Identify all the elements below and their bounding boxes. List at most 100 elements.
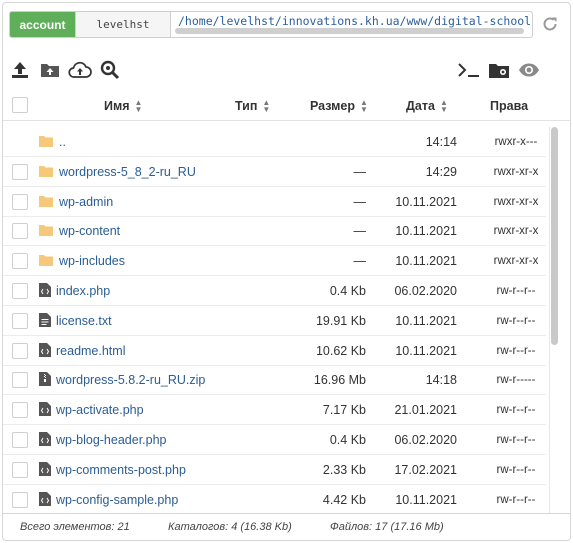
- file-permissions[interactable]: rw-r--r--: [481, 464, 546, 476]
- code-file-icon: [39, 461, 53, 476]
- select-all-checkbox[interactable]: [12, 97, 28, 113]
- cloud-upload-icon[interactable]: [68, 58, 92, 82]
- file-name-link[interactable]: wp-includes: [59, 254, 125, 268]
- file-date: 06.02.2020: [394, 433, 457, 447]
- column-type-header[interactable]: Тип ▲ ▼: [235, 99, 270, 114]
- file-name-link[interactable]: readme.html: [56, 344, 125, 358]
- file-permissions[interactable]: rw-r--r--: [481, 285, 546, 297]
- code-file-icon: [39, 432, 53, 446]
- file-permissions[interactable]: rw-r--r--: [481, 345, 546, 357]
- table-row[interactable]: .. 14:14 rwxr-x---: [3, 127, 546, 157]
- file-size: —: [353, 194, 367, 209]
- terminal-icon[interactable]: [457, 58, 481, 82]
- table-row[interactable]: license.txt 19.91 Kb 10.11.2021 rw-r--r--: [3, 306, 546, 336]
- file-name-link[interactable]: wp-comments-post.php: [56, 463, 186, 477]
- column-date-header[interactable]: Дата ▲ ▼: [406, 99, 448, 114]
- row-checkbox[interactable]: [12, 342, 28, 359]
- dirs-count: Каталогов: 4 (16.38 Kb): [168, 521, 292, 533]
- row-checkbox[interactable]: [12, 163, 28, 180]
- table-row[interactable]: wp-blog-header.php 0.4 Kb 06.02.2020 rw-r--…: [3, 425, 546, 455]
- file-name-link[interactable]: license.txt: [56, 314, 112, 328]
- row-checkbox[interactable]: [12, 432, 28, 448]
- file-date: 14:14: [425, 135, 457, 149]
- file-permissions[interactable]: rwxr-xr-x: [481, 225, 546, 237]
- list-scrollbar[interactable]: [549, 127, 558, 513]
- file-size: 2.33 Kb: [322, 462, 366, 477]
- table-row[interactable]: wordpress-5.8.2-ru_RU.zip 16.96 Mb 14:18 rw…: [3, 365, 546, 396]
- file-permissions[interactable]: rwxr-x---: [481, 136, 546, 148]
- column-date-label: Дата: [406, 99, 435, 113]
- file-name-link[interactable]: wp-content: [59, 224, 120, 238]
- folder-video-icon[interactable]: [487, 58, 511, 82]
- eye-icon[interactable]: [517, 58, 541, 82]
- row-checkbox[interactable]: [12, 491, 28, 508]
- file-size: 4.42 Kb: [322, 492, 366, 507]
- file-name-link[interactable]: index.php: [56, 284, 110, 298]
- folder-icon: [39, 165, 53, 179]
- file-size: —: [353, 224, 367, 239]
- row-checkbox[interactable]: [12, 283, 28, 299]
- file-date: 06.02.2020: [394, 284, 457, 298]
- table-row[interactable]: wordpress-5_8_2-ru_RU — 14:29 rwxr-xr-x: [3, 157, 546, 187]
- refresh-icon[interactable]: [539, 12, 561, 36]
- search-icon[interactable]: [98, 58, 122, 82]
- row-checkbox[interactable]: [12, 402, 28, 419]
- upload-icon[interactable]: [8, 58, 32, 82]
- table-row[interactable]: wp-content — 10.11.2021 rwxr-xr-x: [3, 216, 546, 247]
- user-label: levelhst: [75, 12, 171, 37]
- column-perms-label: Права: [490, 99, 529, 113]
- file-permissions[interactable]: rw-r--r--: [481, 434, 546, 446]
- file-name-link[interactable]: wordpress-5.8.2-ru_RU.zip: [56, 373, 205, 387]
- table-row[interactable]: wp-admin — 10.11.2021 rwxr-xr-x: [3, 187, 546, 217]
- file-date: 14:29: [425, 164, 457, 179]
- folder-icon: [39, 135, 53, 149]
- file-name-link[interactable]: wp-config-sample.php: [56, 493, 178, 507]
- file-size: 19.91 Kb: [315, 313, 366, 328]
- row-checkbox[interactable]: [12, 193, 28, 210]
- path-text: /home/levelhst/innovations.kh.ua/www/dig…: [178, 14, 532, 28]
- file-name-link[interactable]: wp-admin: [59, 195, 113, 209]
- file-list: .. 14:14 rwxr-x--- wordpress-5_8_2-ru_RU — 14…: [3, 127, 546, 513]
- file-size: 10.62 Kb: [315, 343, 366, 358]
- path-field[interactable]: /home/levelhst/innovations.kh.ua/www/dig…: [171, 12, 532, 37]
- file-name-link[interactable]: wordpress-5_8_2-ru_RU: [59, 165, 196, 179]
- code-file-icon: [39, 491, 53, 506]
- file-permissions[interactable]: rw-r--r--: [481, 315, 546, 327]
- table-row[interactable]: index.php 0.4 Kb 06.02.2020 rw-r--r--: [3, 276, 546, 306]
- file-name-link[interactable]: wp-activate.php: [56, 403, 144, 417]
- status-footer: Всего элементов: 21 Каталогов: 4 (16.38 …: [3, 513, 570, 541]
- row-checkbox[interactable]: [12, 372, 28, 389]
- row-checkbox[interactable]: [12, 461, 28, 478]
- column-name-header[interactable]: Имя ▲ ▼: [104, 99, 142, 114]
- list-scrollbar-thumb[interactable]: [551, 127, 558, 345]
- code-file-icon: [39, 283, 53, 297]
- file-size: 0.4 Kb: [329, 284, 366, 298]
- table-row[interactable]: readme.html 10.62 Kb 10.11.2021 rw-r--r--: [3, 336, 546, 366]
- account-button[interactable]: account: [10, 12, 75, 37]
- file-permissions[interactable]: rw-r-----: [481, 374, 546, 386]
- path-scrollbar[interactable]: [175, 28, 524, 34]
- file-date: 10.11.2021: [395, 254, 457, 269]
- table-row[interactable]: wp-includes — 10.11.2021 rwxr-xr-x: [3, 246, 546, 277]
- file-permissions[interactable]: rw-r--r--: [481, 494, 546, 506]
- file-date: 10.11.2021: [395, 492, 457, 507]
- upload-folder-icon[interactable]: [38, 58, 62, 82]
- file-name-link[interactable]: wp-blog-header.php: [56, 433, 167, 447]
- table-row[interactable]: wp-activate.php 7.17 Kb 21.01.2021 rw-r--r-…: [3, 395, 546, 426]
- row-checkbox[interactable]: [12, 253, 28, 270]
- file-date: 10.11.2021: [395, 343, 457, 358]
- file-permissions[interactable]: rwxr-xr-x: [481, 196, 546, 208]
- row-checkbox[interactable]: [12, 223, 28, 240]
- table-row[interactable]: wp-comments-post.php 2.33 Kb 17.02.2021 rw-…: [3, 455, 546, 485]
- file-permissions[interactable]: rwxr-xr-x: [481, 166, 546, 178]
- file-size: 7.17 Kb: [322, 403, 366, 418]
- table-row[interactable]: wp-config-sample.php 4.42 Kb 10.11.2021 rw-…: [3, 485, 546, 513]
- file-permissions[interactable]: rw-r--r--: [481, 404, 546, 416]
- file-date: 17.02.2021: [394, 462, 457, 477]
- column-size-header[interactable]: Размер ▲ ▼: [310, 99, 368, 114]
- file-name-link[interactable]: ..: [59, 135, 66, 149]
- file-size: 0.4 Kb: [329, 433, 366, 447]
- file-date: 10.11.2021: [395, 313, 457, 328]
- file-permissions[interactable]: rwxr-xr-x: [481, 255, 546, 267]
- row-checkbox[interactable]: [12, 312, 28, 329]
